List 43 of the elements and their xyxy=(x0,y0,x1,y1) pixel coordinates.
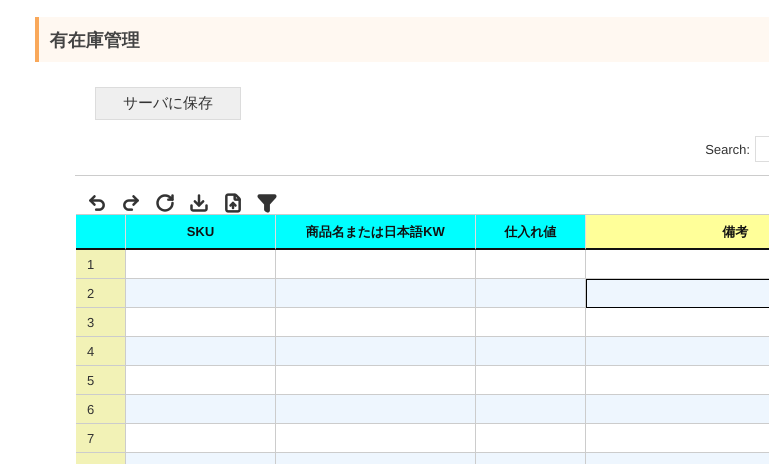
column-header[interactable]: 備考 xyxy=(586,215,769,250)
table-cell[interactable] xyxy=(476,337,586,366)
table-cell[interactable] xyxy=(476,395,586,424)
refresh-icon[interactable] xyxy=(154,192,176,214)
row-number: 6 xyxy=(76,395,126,424)
column-header[interactable]: SKU xyxy=(126,215,276,250)
table-cell[interactable] xyxy=(126,337,276,366)
table-cell[interactable] xyxy=(476,279,586,308)
filter-icon[interactable] xyxy=(256,192,278,214)
row-number: 2 xyxy=(76,279,126,308)
table-cell[interactable] xyxy=(476,308,586,337)
undo-icon[interactable] xyxy=(86,192,108,214)
row-number: 1 xyxy=(76,250,126,279)
table-cell[interactable] xyxy=(126,250,276,279)
table-cell[interactable] xyxy=(276,250,476,279)
search-label: Search: xyxy=(705,142,750,156)
corner-header xyxy=(76,215,126,250)
table-cell[interactable] xyxy=(476,424,586,453)
save-button[interactable]: サーバに保存 xyxy=(95,87,241,120)
table-cell[interactable] xyxy=(276,395,476,424)
table-cell[interactable] xyxy=(476,250,586,279)
table-cell[interactable] xyxy=(276,308,476,337)
row-number: 3 xyxy=(76,308,126,337)
table-cell[interactable] xyxy=(126,279,276,308)
file-upload-icon[interactable] xyxy=(222,192,244,214)
table-cell[interactable] xyxy=(276,366,476,395)
table-cell[interactable] xyxy=(126,395,276,424)
table-cell[interactable] xyxy=(276,337,476,366)
table-cell[interactable] xyxy=(126,424,276,453)
row-number: 5 xyxy=(76,366,126,395)
table-cell[interactable] xyxy=(276,424,476,453)
column-header[interactable]: 商品名または日本語KW xyxy=(276,215,476,250)
table-cell[interactable] xyxy=(126,366,276,395)
table-cell[interactable] xyxy=(276,279,476,308)
search-field[interactable] xyxy=(755,136,769,162)
table-cell[interactable] xyxy=(476,366,586,395)
row-number: 7 xyxy=(76,424,126,453)
page-title: 有在庫管理 xyxy=(35,17,769,62)
redo-icon[interactable] xyxy=(120,192,142,214)
row-number: 4 xyxy=(76,337,126,366)
table-cell[interactable] xyxy=(126,308,276,337)
column-header[interactable]: 仕入れ値 xyxy=(476,215,586,250)
download-icon[interactable] xyxy=(188,192,210,214)
